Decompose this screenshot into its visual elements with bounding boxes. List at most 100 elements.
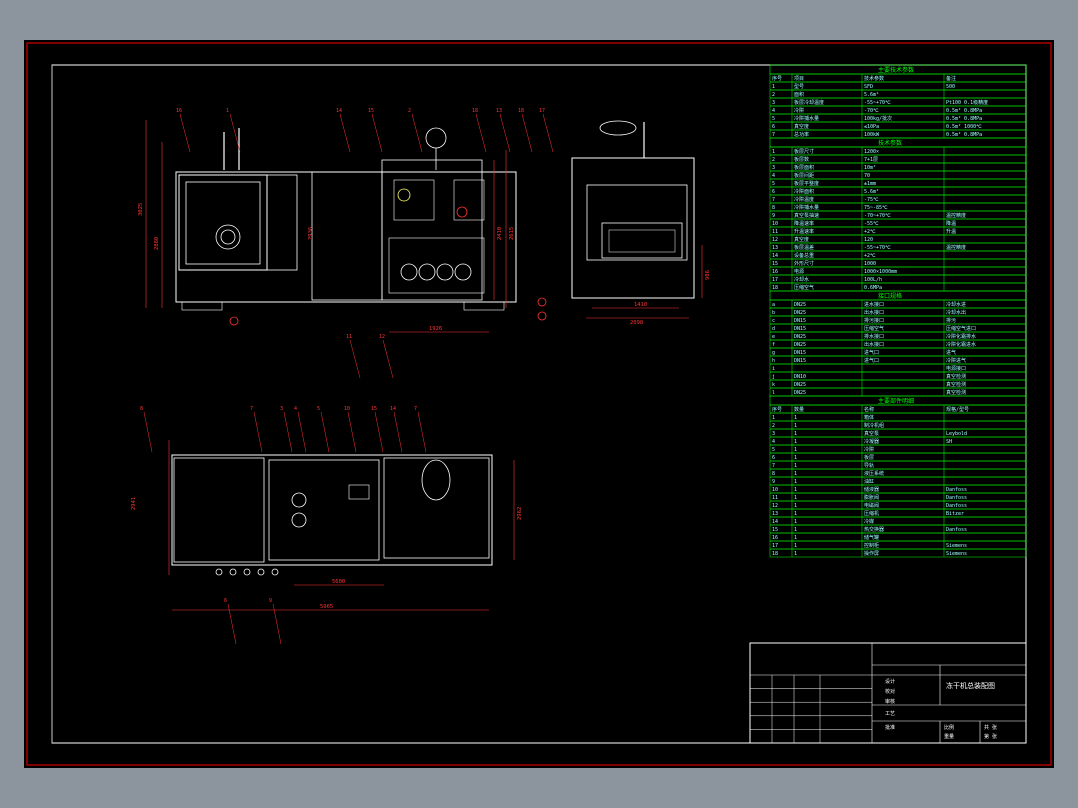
pipe-row-7-box: [769, 355, 1027, 365]
perf-row-6-cell-1: 冷阱温度: [794, 196, 814, 203]
spec-row-2-cell-3: Pt100 0.1级精度: [946, 99, 988, 106]
pipe-row-3-cell-0: d: [772, 326, 775, 332]
parts-row-10-cell-1: 1: [794, 495, 797, 501]
perf-row-14-cell-1: 外形尺寸: [794, 260, 814, 267]
parts-row-1-box: [769, 420, 1027, 430]
tb-cell-b: 第 张: [984, 733, 997, 740]
spec-header: 主要技术参数: [878, 66, 914, 74]
pipe-row-4-cell-2: 排水接口: [864, 333, 884, 340]
spec-row-5-cell-2: ≤10Pa: [864, 124, 879, 130]
parts-cols-box: [769, 404, 1027, 414]
perf-row-15-cell-1: 电源: [794, 268, 804, 275]
parts-row-5-cell-2: 板层: [864, 454, 874, 461]
parts-row-7-box: [769, 468, 1027, 478]
parts-cols-cell-0: 序号: [772, 406, 782, 413]
front-door: [185, 181, 261, 265]
dim-top-width-b-label: 5965: [320, 604, 333, 610]
top-leader-7: [393, 411, 403, 453]
top-leader-1: [253, 411, 263, 453]
parameter-tables: 主要技术参数序号 项目 技术参数 备注1 型号 SFD 5002 面积 5.6m²3 板层冷却温度…: [769, 64, 1027, 558]
spec-row-1-cell-0: 2: [772, 92, 775, 98]
parts-row-14-cell-3: Danfoss: [946, 527, 967, 533]
front-foot-left: [181, 301, 223, 311]
tb-cell-a: 重量: [944, 733, 954, 740]
parts-row-1-cell-1: 1: [794, 423, 797, 429]
front-leader-10: [382, 339, 394, 379]
pipe-row-8-cell-0: i: [772, 366, 775, 372]
perf-row-5-cell-1: 冷阱面积: [794, 188, 814, 195]
parts-row-13-box: [769, 516, 1027, 526]
pipe-row-8-cell-3: 电源接口: [946, 365, 966, 372]
parts-row-8-cell-1: 1: [794, 479, 797, 485]
front-callout-3: 15: [368, 108, 374, 114]
spec-row-3-cell-0: 4: [772, 108, 775, 114]
perf-row-13-cell-0: 14: [772, 253, 778, 259]
perf-row-6-cell-0: 7: [772, 197, 775, 203]
parts-row-17-cell-2: 操作屏: [864, 550, 879, 557]
perf-row-0-cell-0: 1: [772, 149, 775, 155]
parts-row-3-cell-2: 冷凝器: [864, 438, 879, 445]
parts-header: 主要部件明细: [878, 397, 914, 405]
pipe-row-9-box: [769, 371, 1027, 381]
perf-header: 技术参数: [878, 139, 902, 147]
parts-cols-cell-1: 数量: [794, 406, 804, 413]
front-door-hub: [220, 229, 236, 245]
parts-row-15-cell-1: 1: [794, 535, 797, 541]
parts-row-0-cell-2: 箱体: [864, 414, 874, 421]
perf-row-9-cell-2: -55℃: [864, 221, 879, 227]
parts-row-0-box: [769, 412, 1027, 422]
front-balloon-a: [229, 316, 239, 326]
parts-row-8-cell-0: 9: [772, 479, 775, 485]
parts-row-16-cell-2: 控制柜: [864, 542, 879, 549]
side-window: [601, 222, 683, 259]
pipe-row-4-cell-3: 冷阱化霜排水: [946, 333, 976, 340]
perf-row-17-cell-1: 压缩空气: [794, 284, 814, 291]
front-leader-7: [521, 113, 533, 153]
spec-row-5-cell-0: 6: [772, 124, 775, 130]
parts-row-4-cell-0: 5: [772, 447, 775, 453]
pipe-row-4-box: [769, 331, 1027, 341]
parts-row-7-cell-1: 1: [794, 471, 797, 477]
front-leader-0: [179, 113, 191, 153]
top-callout-9: 6: [224, 598, 227, 604]
front-leader-3: [371, 113, 383, 153]
pipe-row-4-cell-1: DN25: [794, 334, 806, 340]
spec-row-0-cell-2: SFD: [864, 84, 873, 90]
pipe-row-6-cell-0: g: [772, 350, 775, 356]
top-leader-4: [320, 411, 330, 453]
pipe-row-6-cell-3: 进气: [946, 349, 956, 356]
parts-row-10-box: [769, 492, 1027, 502]
parts-row-17-box: [769, 548, 1027, 558]
parts-row-8-box: [769, 476, 1027, 486]
perf-row-16-cell-0: 17: [772, 277, 778, 283]
top-callout-6: 15: [371, 406, 377, 412]
tb-sheet: 共 张: [984, 724, 997, 731]
pipe-row-0-cell-2: 进水接口: [864, 301, 884, 308]
parts-row-2-cell-1: 1: [794, 431, 797, 437]
pipe-row-5-cell-3: 冷阱化霜进水: [946, 341, 976, 348]
pipe-row-0-cell-0: a: [772, 302, 775, 308]
top-foot-0: [215, 568, 223, 576]
pipe-row-1-cell-1: DN25: [794, 310, 806, 316]
pipe-row-1-box: [769, 307, 1027, 317]
parts-row-9-cell-1: 1: [794, 487, 797, 493]
spec-row-4-cell-1: 冷阱捕水量: [794, 115, 819, 122]
pipe-row-3-cell-1: DN15: [794, 326, 806, 332]
parts-row-7-cell-0: 8: [772, 471, 775, 477]
pipe-row-6-cell-1: DN15: [794, 350, 806, 356]
perf-row-17-cell-2: 0.6MPa: [864, 285, 882, 291]
parts-row-11-box: [769, 500, 1027, 510]
spec-row-6-cell-3: 0.5m² 0.8MPa: [946, 132, 982, 138]
parts-row-16-cell-3: Siemens: [946, 543, 967, 549]
parts-row-5-box: [769, 452, 1027, 462]
top-leader-2: [283, 411, 293, 453]
spec-row-5-cell-1: 真空度: [794, 123, 809, 130]
parts-row-3-cell-3: SH: [946, 439, 952, 445]
front-outline: [175, 171, 517, 303]
perf-row-12-cell-1: 板层温差: [794, 244, 814, 251]
perf-row-10-cell-1: 升温速率: [794, 228, 814, 235]
front-pump-area: [388, 237, 485, 294]
parts-row-16-cell-1: 1: [794, 543, 797, 549]
top-machine-room: [383, 457, 490, 559]
front-gas-tank: [425, 127, 447, 149]
